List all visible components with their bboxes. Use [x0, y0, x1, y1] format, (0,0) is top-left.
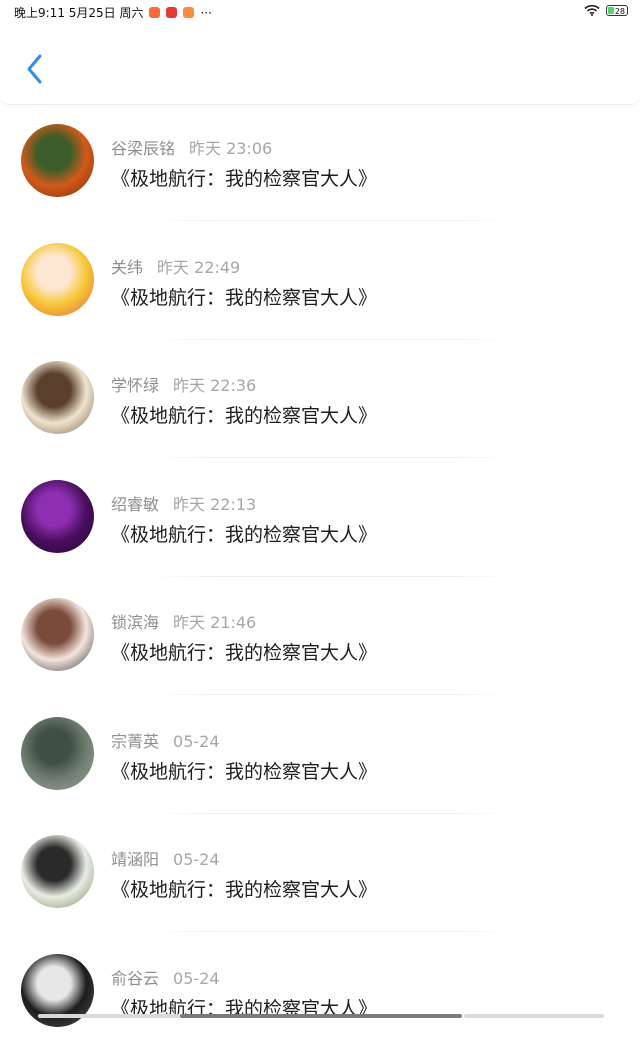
book-title[interactable]: 《极地航行：我的检察官大人》 [111, 401, 377, 428]
comment-item[interactable]: 俞谷云05-24《极地航行：我的检察官大人》 [0, 934, 640, 1052]
notification-icon [183, 7, 194, 18]
comment-item[interactable]: 学怀绿昨天 22:36 《极地航行：我的检察官大人》 [0, 341, 640, 460]
comment-item[interactable]: 锁滨海昨天 21:46 《极地航行：我的检察官大人》 [0, 578, 640, 697]
book-title[interactable]: 《极地航行：我的检察官大人》 [111, 283, 377, 310]
divider [150, 813, 510, 814]
wifi-icon [584, 4, 600, 16]
comment-meta: 锁滨海昨天 21:46 [111, 609, 256, 633]
home-indicator-thumb [180, 1014, 462, 1018]
battery-icon: 28 [606, 5, 628, 16]
username[interactable]: 锁滨海 [111, 613, 159, 632]
timestamp: 昨天 22:13 [173, 495, 256, 514]
book-title[interactable]: 《极地航行：我的检察官大人》 [111, 757, 377, 784]
status-bar: 晚上9:11 5月25日 周六 ··· 28 [0, 0, 640, 22]
comment-meta: 靖涵阳 05-24 [111, 846, 220, 870]
notification-icon [166, 7, 177, 18]
comment-meta: 俞谷云 05-24 [111, 965, 220, 989]
username[interactable]: 谷梁辰铭 [111, 139, 175, 158]
divider [150, 576, 510, 577]
notification-icon [149, 7, 160, 18]
username[interactable]: 靖涵阳 [111, 850, 159, 869]
status-time-date: 晚上9:11 5月25日 周六 [14, 4, 143, 21]
comment-item[interactable]: 谷梁辰铭昨天 23:06 《极地航行：我的检察官大人》 [0, 104, 640, 223]
divider [150, 694, 510, 695]
comment-meta: 谷梁辰铭昨天 23:06 [111, 135, 272, 159]
home-indicator-track [464, 1014, 604, 1018]
book-title[interactable]: 《极地航行：我的检察官大人》 [111, 520, 377, 547]
book-title[interactable]: 《极地航行：我的检察官大人》 [111, 164, 377, 191]
comment-list: 谷梁辰铭昨天 23:06《极地航行：我的检察官大人》关纬昨天 22:49《极地航… [0, 104, 640, 1052]
top-nav-bar [0, 22, 640, 105]
comment-item[interactable]: 靖涵阳 05-24 《极地航行：我的检察官大人》 [0, 815, 640, 934]
timestamp: 05-24 [173, 850, 220, 869]
book-title[interactable]: 《极地航行：我的检察官大人》 [111, 638, 377, 665]
divider [150, 931, 510, 932]
username[interactable]: 俞谷云 [111, 969, 159, 988]
avatar[interactable] [21, 361, 94, 434]
book-title[interactable]: 《极地航行：我的检察官大人》 [111, 875, 377, 902]
more-notifications-icon: ··· [200, 6, 211, 20]
username[interactable]: 关纬 [111, 258, 143, 277]
timestamp: 05-24 [173, 969, 220, 988]
divider [150, 220, 510, 221]
avatar[interactable] [21, 243, 94, 316]
back-button[interactable] [18, 50, 54, 90]
avatar[interactable] [21, 717, 94, 790]
status-left: 晚上9:11 5月25日 周六 ··· [14, 4, 212, 21]
battery-level [608, 7, 614, 14]
divider [150, 339, 510, 340]
comment-meta: 关纬昨天 22:49 [111, 254, 240, 278]
timestamp: 昨天 23:06 [189, 139, 272, 158]
home-indicator-track [38, 1014, 180, 1018]
timestamp: 昨天 22:49 [157, 258, 240, 277]
username[interactable]: 学怀绿 [111, 376, 159, 395]
comment-meta: 学怀绿昨天 22:36 [111, 372, 256, 396]
comment-item[interactable]: 绍睿敏昨天 22:13 《极地航行：我的检察官大人》 [0, 460, 640, 579]
username[interactable]: 绍睿敏 [111, 495, 159, 514]
avatar[interactable] [21, 835, 94, 908]
comment-meta: 绍睿敏昨天 22:13 [111, 491, 256, 515]
chevron-left-icon [18, 50, 54, 90]
timestamp: 昨天 22:36 [173, 376, 256, 395]
avatar[interactable] [21, 124, 94, 197]
comment-meta: 宗菁英 05-24 [111, 728, 220, 752]
timestamp: 05-24 [173, 732, 220, 751]
battery-percent: 28 [615, 7, 625, 16]
divider [150, 457, 510, 458]
home-indicator [38, 1014, 604, 1018]
username[interactable]: 宗菁英 [111, 732, 159, 751]
avatar[interactable] [21, 480, 94, 553]
comment-item[interactable]: 宗菁英 05-24 《极地航行：我的检察官大人》 [0, 697, 640, 816]
comment-item[interactable]: 关纬昨天 22:49 《极地航行：我的检察官大人》 [0, 223, 640, 342]
timestamp: 昨天 21:46 [173, 613, 256, 632]
avatar[interactable] [21, 598, 94, 671]
status-right: 28 [584, 4, 628, 16]
